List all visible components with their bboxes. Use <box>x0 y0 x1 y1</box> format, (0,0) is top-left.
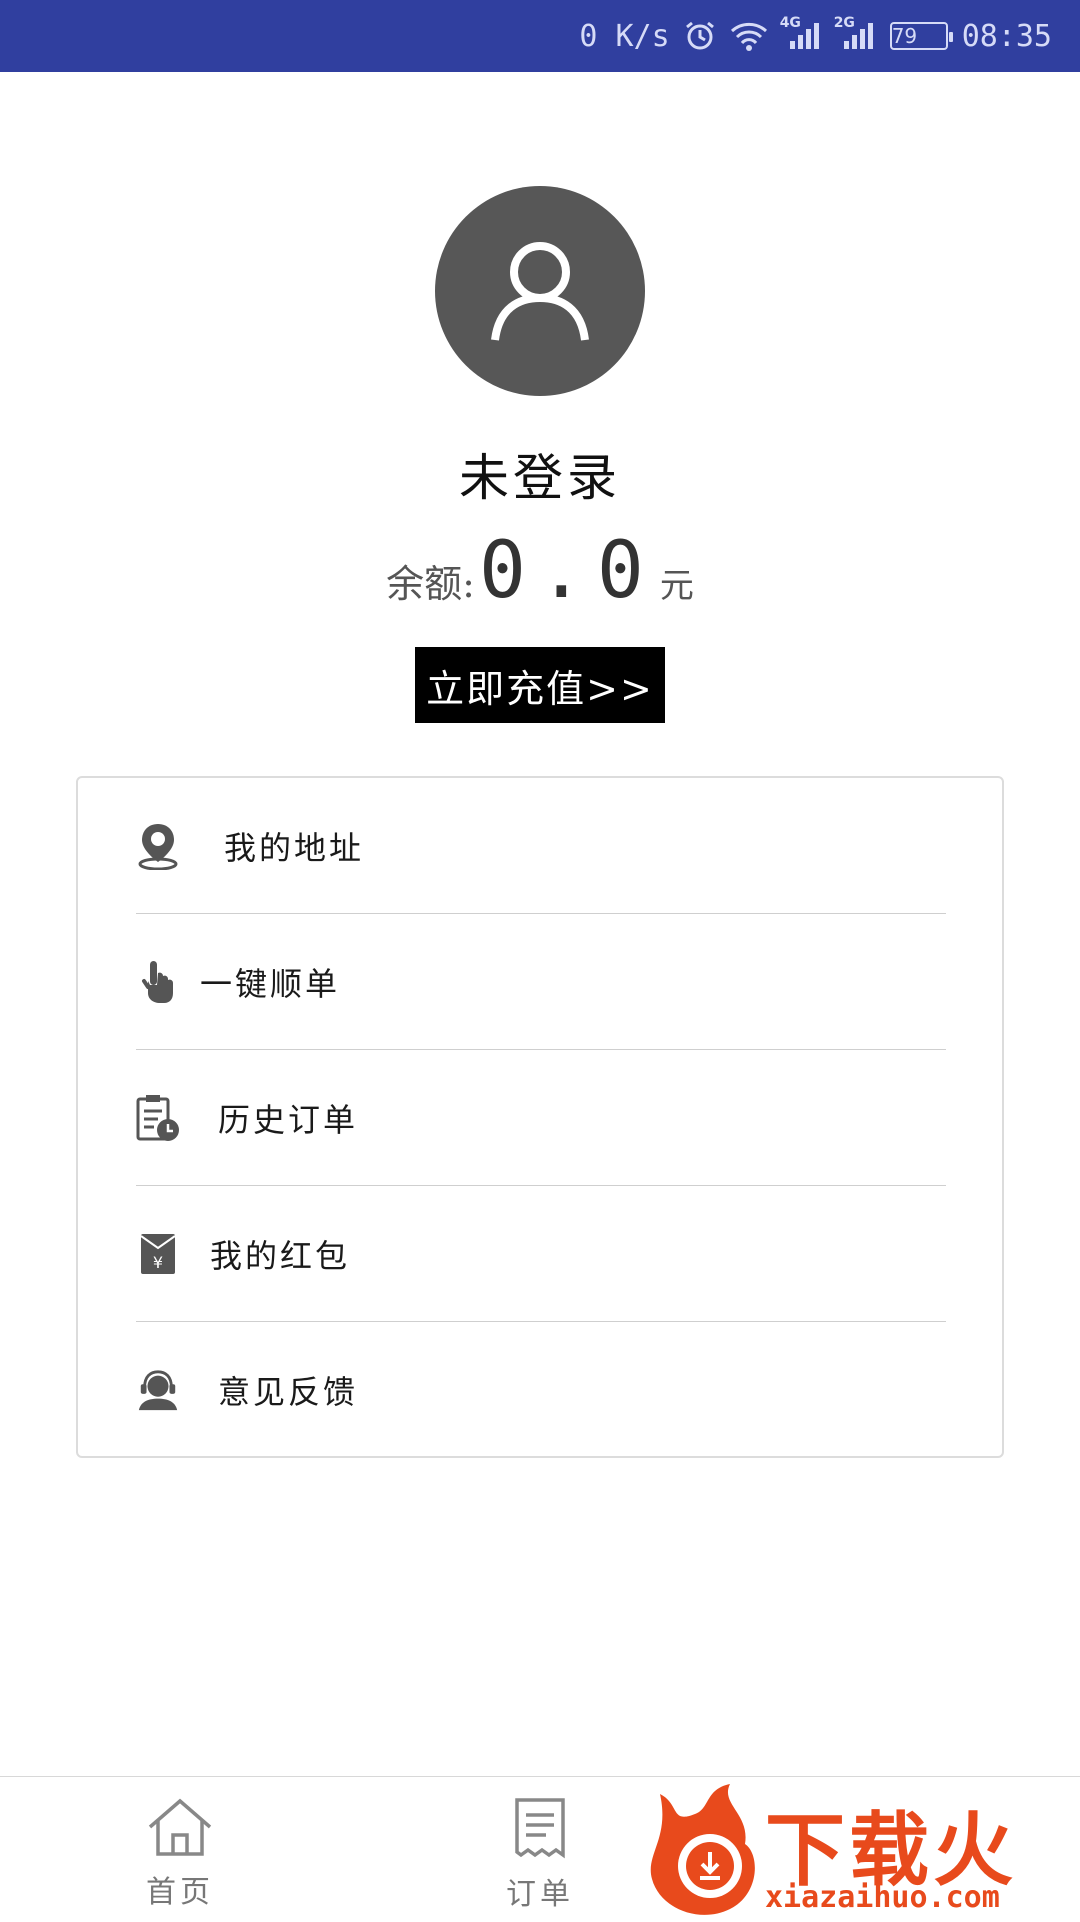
menu-item-quick-order[interactable]: 一键顺单 <box>136 914 946 1050</box>
recharge-button[interactable]: 立即充值>> <box>415 647 665 723</box>
flame-logo-icon <box>640 1784 765 1922</box>
tab-home[interactable]: 首页 <box>100 1797 260 1911</box>
avatar[interactable] <box>435 186 645 396</box>
wifi-icon <box>730 21 768 51</box>
user-icon <box>485 234 595 348</box>
signal-sim1-icon: 4G <box>780 15 822 51</box>
menu-card: 我的地址 一键顺单 历史订单 ¥ 我的红包 意见反馈 <box>76 776 1004 1458</box>
home-icon <box>146 1797 214 1861</box>
menu-item-label: 意见反馈 <box>218 1373 359 1411</box>
menu-item-order-history[interactable]: 历史订单 <box>136 1050 946 1186</box>
red-envelope-icon: ¥ <box>136 1230 180 1278</box>
alarm-icon <box>684 20 716 52</box>
menu-item-label: 我的地址 <box>224 828 365 867</box>
location-pin-icon <box>136 822 180 870</box>
username[interactable]: 未登录 <box>0 438 1080 510</box>
clipboard-clock-icon <box>136 1094 180 1142</box>
sim1-type: 4G <box>779 15 801 31</box>
menu-item-red-envelope[interactable]: ¥ 我的红包 <box>136 1186 946 1322</box>
tab-home-label: 首页 <box>146 1875 214 1910</box>
balance-unit: 元 <box>659 566 694 606</box>
status-bar: 0 K/s 4G 2G 79 08:35 <box>0 0 1080 72</box>
menu-item-label: 一键顺单 <box>200 964 341 1003</box>
watermark-text-en: xiazaihuo.com <box>765 1880 1000 1915</box>
battery-icon: 79 <box>889 22 953 50</box>
menu-item-label: 我的红包 <box>210 1236 351 1275</box>
net-speed: 0 K/s <box>579 18 670 54</box>
watermark: 下载火 xiazaihuo.com <box>640 1780 1080 1920</box>
tab-orders-label: 订单 <box>506 1877 574 1912</box>
customer-service-icon <box>136 1366 180 1414</box>
tab-orders[interactable]: 订单 <box>460 1797 620 1913</box>
balance: 余额: 0.0 元 <box>0 526 1080 616</box>
signal-sim2-icon: 2G <box>834 15 876 51</box>
svg-text:¥: ¥ <box>153 1253 163 1272</box>
hand-tap-icon <box>136 958 180 1006</box>
balance-value: 0.0 <box>478 526 656 616</box>
sim2-type: 2G <box>833 15 855 31</box>
menu-item-label: 历史订单 <box>218 1100 359 1139</box>
clock: 08:35 <box>961 18 1052 54</box>
balance-label: 余额: <box>386 562 475 606</box>
menu-item-address[interactable]: 我的地址 <box>136 778 946 914</box>
menu-item-feedback[interactable]: 意见反馈 <box>136 1322 946 1458</box>
receipt-icon <box>512 1797 568 1863</box>
